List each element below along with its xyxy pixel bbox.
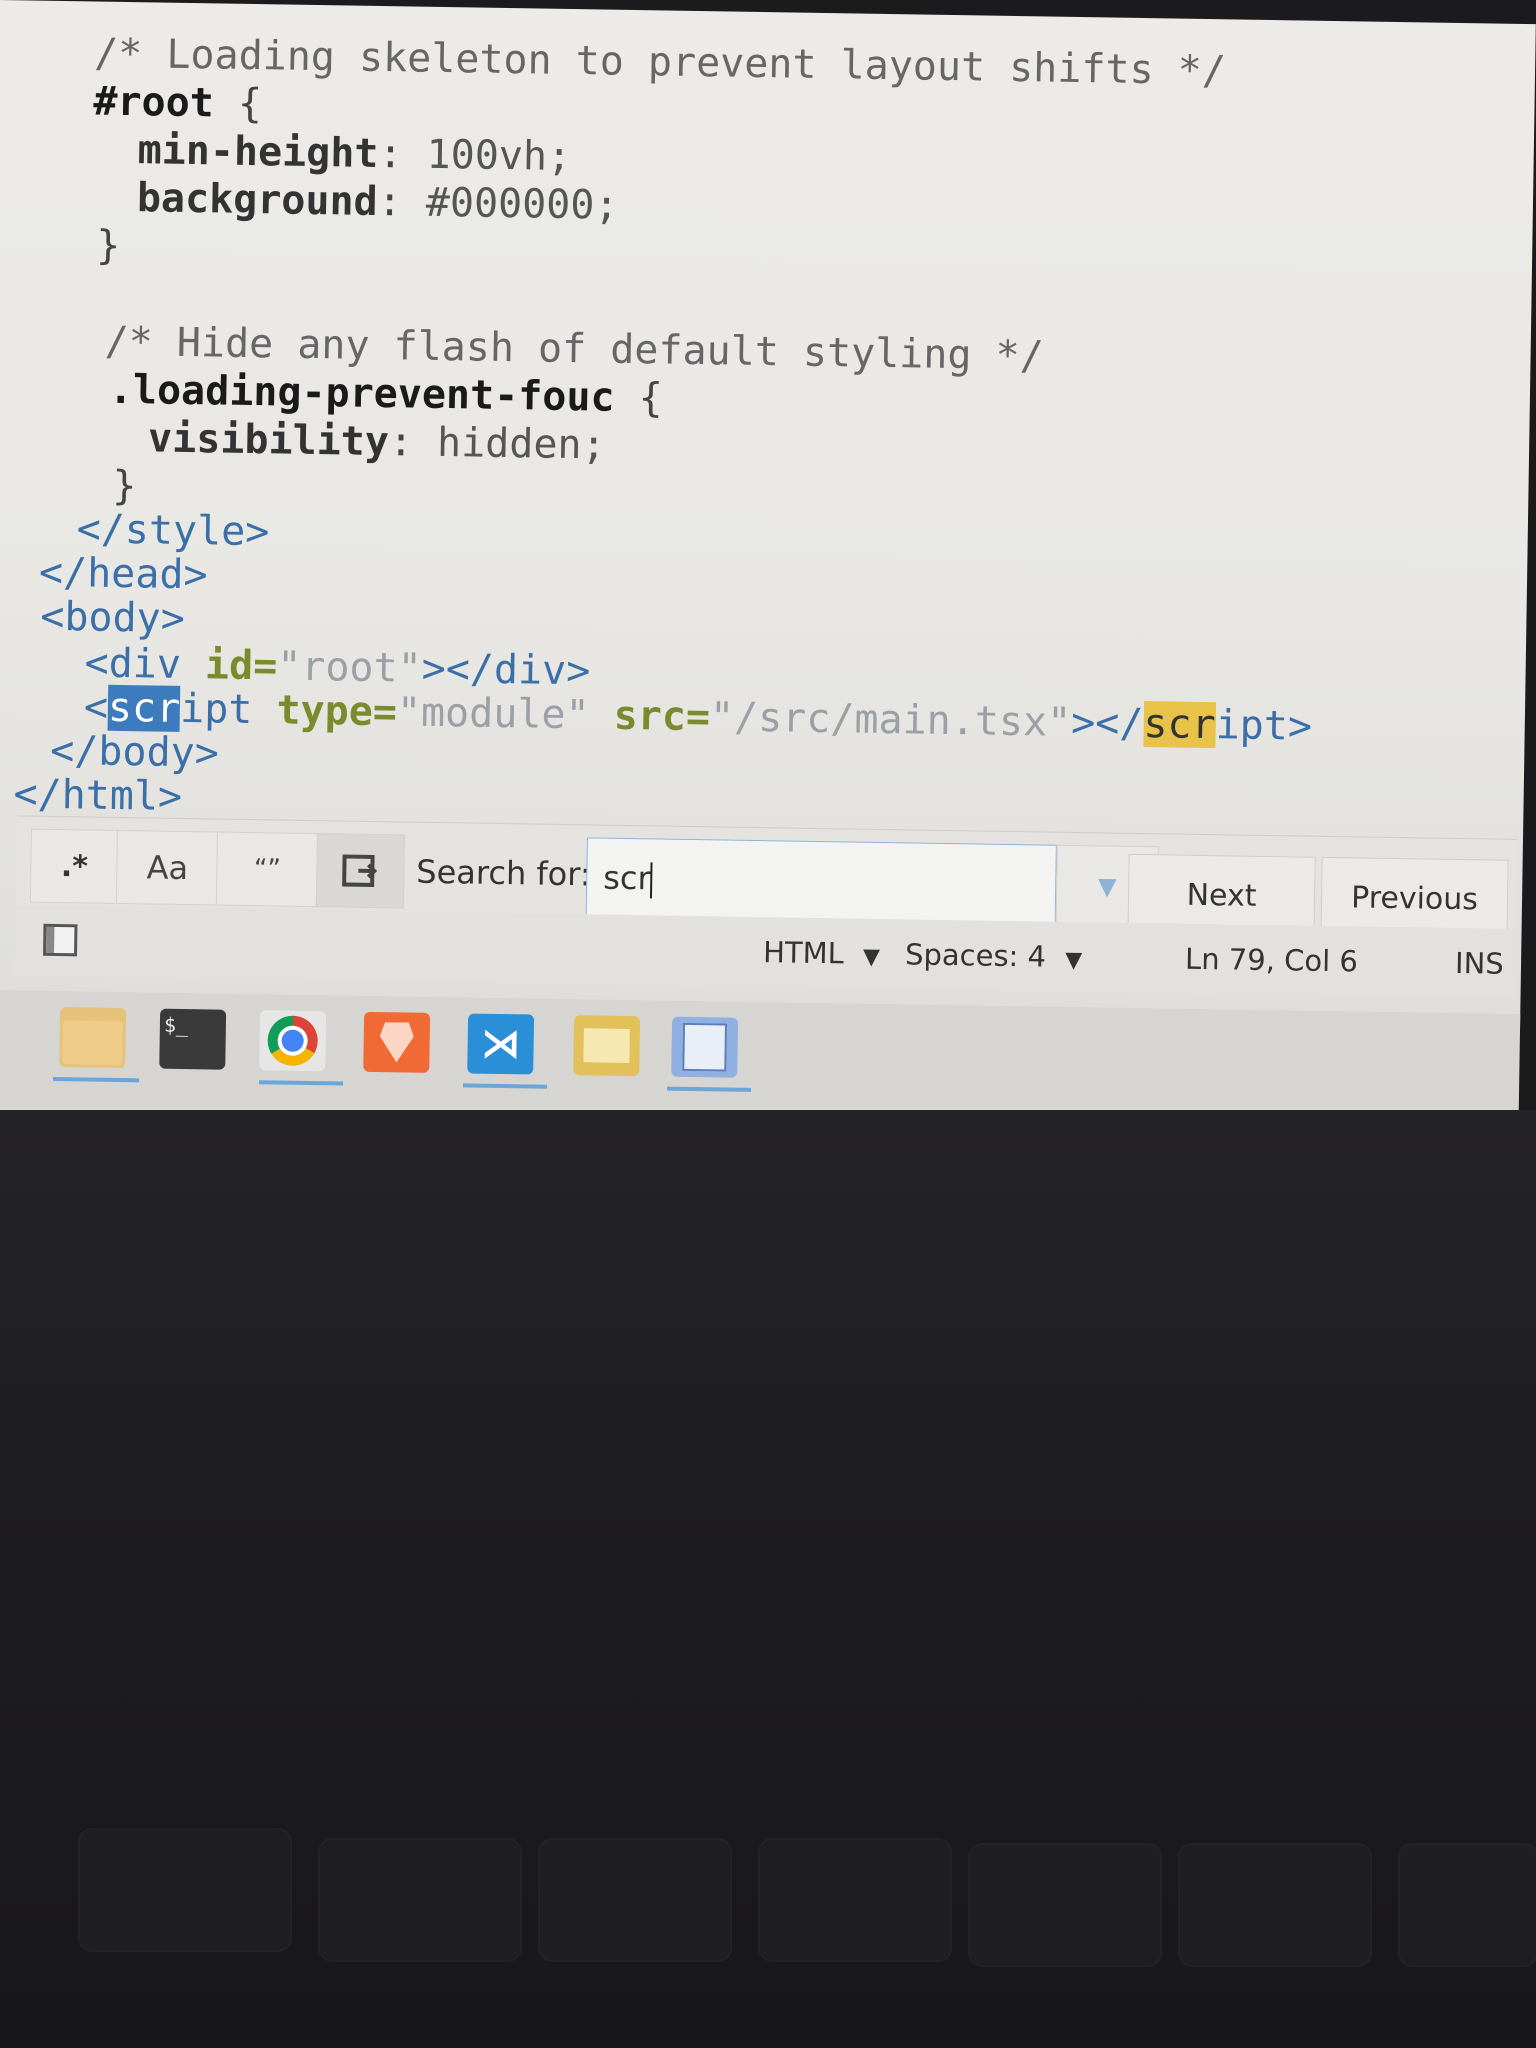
code-line[interactable]: } bbox=[95, 222, 121, 269]
sidebar-toggle-icon[interactable] bbox=[42, 923, 78, 957]
keyboard-key bbox=[540, 1840, 730, 1960]
code-token: ipt> bbox=[1215, 702, 1313, 750]
code-token: id= bbox=[204, 642, 278, 690]
code-token: } bbox=[112, 462, 137, 510]
whole-word-button[interactable]: “” bbox=[215, 831, 319, 908]
code-token: < bbox=[83, 684, 109, 731]
indent-label: Spaces: 4 bbox=[904, 937, 1047, 974]
search-input[interactable]: scr bbox=[585, 837, 1057, 925]
text-editor-icon[interactable] bbox=[671, 1016, 739, 1078]
code-token: : bbox=[378, 130, 427, 178]
code-token: <body> bbox=[39, 593, 186, 642]
brave-icon[interactable] bbox=[363, 1011, 431, 1073]
code-line[interactable]: min-height: 100vh; bbox=[137, 127, 572, 180]
search-input-value: scr bbox=[602, 858, 652, 898]
next-button-label: Next bbox=[1186, 877, 1257, 914]
code-token: visibility bbox=[147, 415, 390, 466]
code-line[interactable]: </style> bbox=[76, 506, 270, 556]
vscode-icon[interactable]: ⋊ bbox=[467, 1013, 535, 1075]
code-line[interactable]: /* Loading skeleton to prevent layout sh… bbox=[93, 30, 1227, 95]
notes-icon[interactable] bbox=[573, 1015, 641, 1077]
chrome-active-indicator bbox=[259, 1080, 344, 1086]
code-token: { bbox=[614, 374, 664, 422]
regex-icon: .* bbox=[60, 848, 89, 884]
code-token: ></ bbox=[1070, 699, 1144, 748]
code-token: background bbox=[136, 175, 379, 225]
code-line[interactable]: <script type="module" src="/src/main.tsx… bbox=[83, 684, 1313, 750]
chevron-down-icon: ▼ bbox=[1097, 872, 1117, 901]
match-case-button[interactable]: Aa bbox=[115, 829, 219, 906]
code-token: 100vh; bbox=[426, 131, 572, 180]
code-token: #000000; bbox=[425, 179, 619, 229]
keyboard-key bbox=[760, 1840, 950, 1960]
code-line[interactable]: background: #000000; bbox=[136, 175, 619, 229]
vscode-active-indicator bbox=[462, 1083, 548, 1089]
insert-mode-indicator: INS bbox=[1454, 945, 1504, 981]
code-line[interactable]: </html> bbox=[13, 771, 183, 820]
match-case-label: Aa bbox=[146, 848, 189, 888]
code-token: type= bbox=[276, 687, 398, 736]
code-token: hidden; bbox=[436, 419, 607, 469]
indent-selector[interactable]: Spaces: 4 ▼ bbox=[905, 937, 1083, 974]
whole-word-icon: “” bbox=[253, 854, 282, 885]
keyboard-key bbox=[320, 1840, 520, 1960]
code-token: </body> bbox=[49, 727, 220, 777]
code-line[interactable]: } bbox=[112, 462, 137, 510]
code-token: : bbox=[388, 419, 438, 466]
files-icon[interactable] bbox=[59, 1007, 127, 1069]
laptop-keyboard-area bbox=[0, 1110, 1536, 2048]
code-token: <div bbox=[84, 640, 206, 689]
match-highlight: scr bbox=[1143, 701, 1217, 749]
screen: /* Loading skeleton to prevent layout sh… bbox=[0, 0, 1536, 1134]
text-editor-active-indicator bbox=[666, 1086, 752, 1092]
regex-toggle-button[interactable]: .* bbox=[29, 828, 119, 904]
search-selection-icon bbox=[342, 854, 378, 887]
current-match-highlight: scr bbox=[107, 684, 181, 732]
chevron-down-icon: ▼ bbox=[1064, 947, 1083, 974]
code-line[interactable]: </head> bbox=[38, 549, 208, 599]
code-line[interactable]: <body> bbox=[39, 593, 186, 642]
code-token: #root bbox=[93, 78, 215, 127]
code-token: "module" bbox=[396, 689, 615, 739]
code-token: "/src/main.tsx" bbox=[709, 694, 1072, 746]
code-token: min-height bbox=[137, 127, 379, 177]
previous-button-label: Previous bbox=[1350, 879, 1479, 917]
code-token: </style> bbox=[76, 506, 270, 556]
keyboard-key bbox=[1400, 1845, 1536, 1965]
code-token: ></div> bbox=[421, 645, 591, 695]
files-active-indicator bbox=[53, 1076, 140, 1083]
chevron-down-icon: ▼ bbox=[862, 944, 881, 970]
terminal-icon[interactable]: $_ bbox=[159, 1008, 227, 1070]
cursor-position: Ln 79, Col 6 bbox=[1184, 941, 1359, 979]
language-label: HTML bbox=[762, 935, 845, 971]
code-line[interactable]: #root { bbox=[93, 78, 263, 128]
code-editor[interactable]: /* Loading skeleton to prevent layout sh… bbox=[0, 0, 1536, 839]
text-caret bbox=[650, 862, 653, 899]
code-token: src= bbox=[613, 692, 711, 741]
code-line[interactable]: </body> bbox=[49, 727, 220, 777]
search-label: Search for: bbox=[416, 852, 591, 894]
search-in-selection-button[interactable] bbox=[315, 833, 405, 909]
code-token: } bbox=[95, 222, 121, 269]
code-token: "root" bbox=[276, 643, 423, 692]
code-token: </head> bbox=[38, 549, 208, 599]
chrome-icon[interactable] bbox=[259, 1010, 327, 1072]
code-token: ipt bbox=[179, 685, 277, 734]
code-token: .loading-prevent-fouc bbox=[108, 366, 615, 421]
keyboard-key bbox=[1180, 1845, 1370, 1965]
code-token: { bbox=[213, 80, 263, 128]
code-token: </html> bbox=[13, 771, 183, 820]
keyboard-key bbox=[970, 1845, 1160, 1965]
code-line[interactable]: .loading-prevent-fouc { bbox=[108, 366, 664, 422]
language-selector[interactable]: HTML ▼ bbox=[763, 935, 880, 971]
code-line[interactable]: visibility: hidden; bbox=[147, 415, 607, 469]
code-token: : bbox=[377, 178, 427, 226]
keyboard-key bbox=[80, 1830, 290, 1950]
code-token: /* Loading skeleton to prevent layout sh… bbox=[93, 30, 1227, 95]
